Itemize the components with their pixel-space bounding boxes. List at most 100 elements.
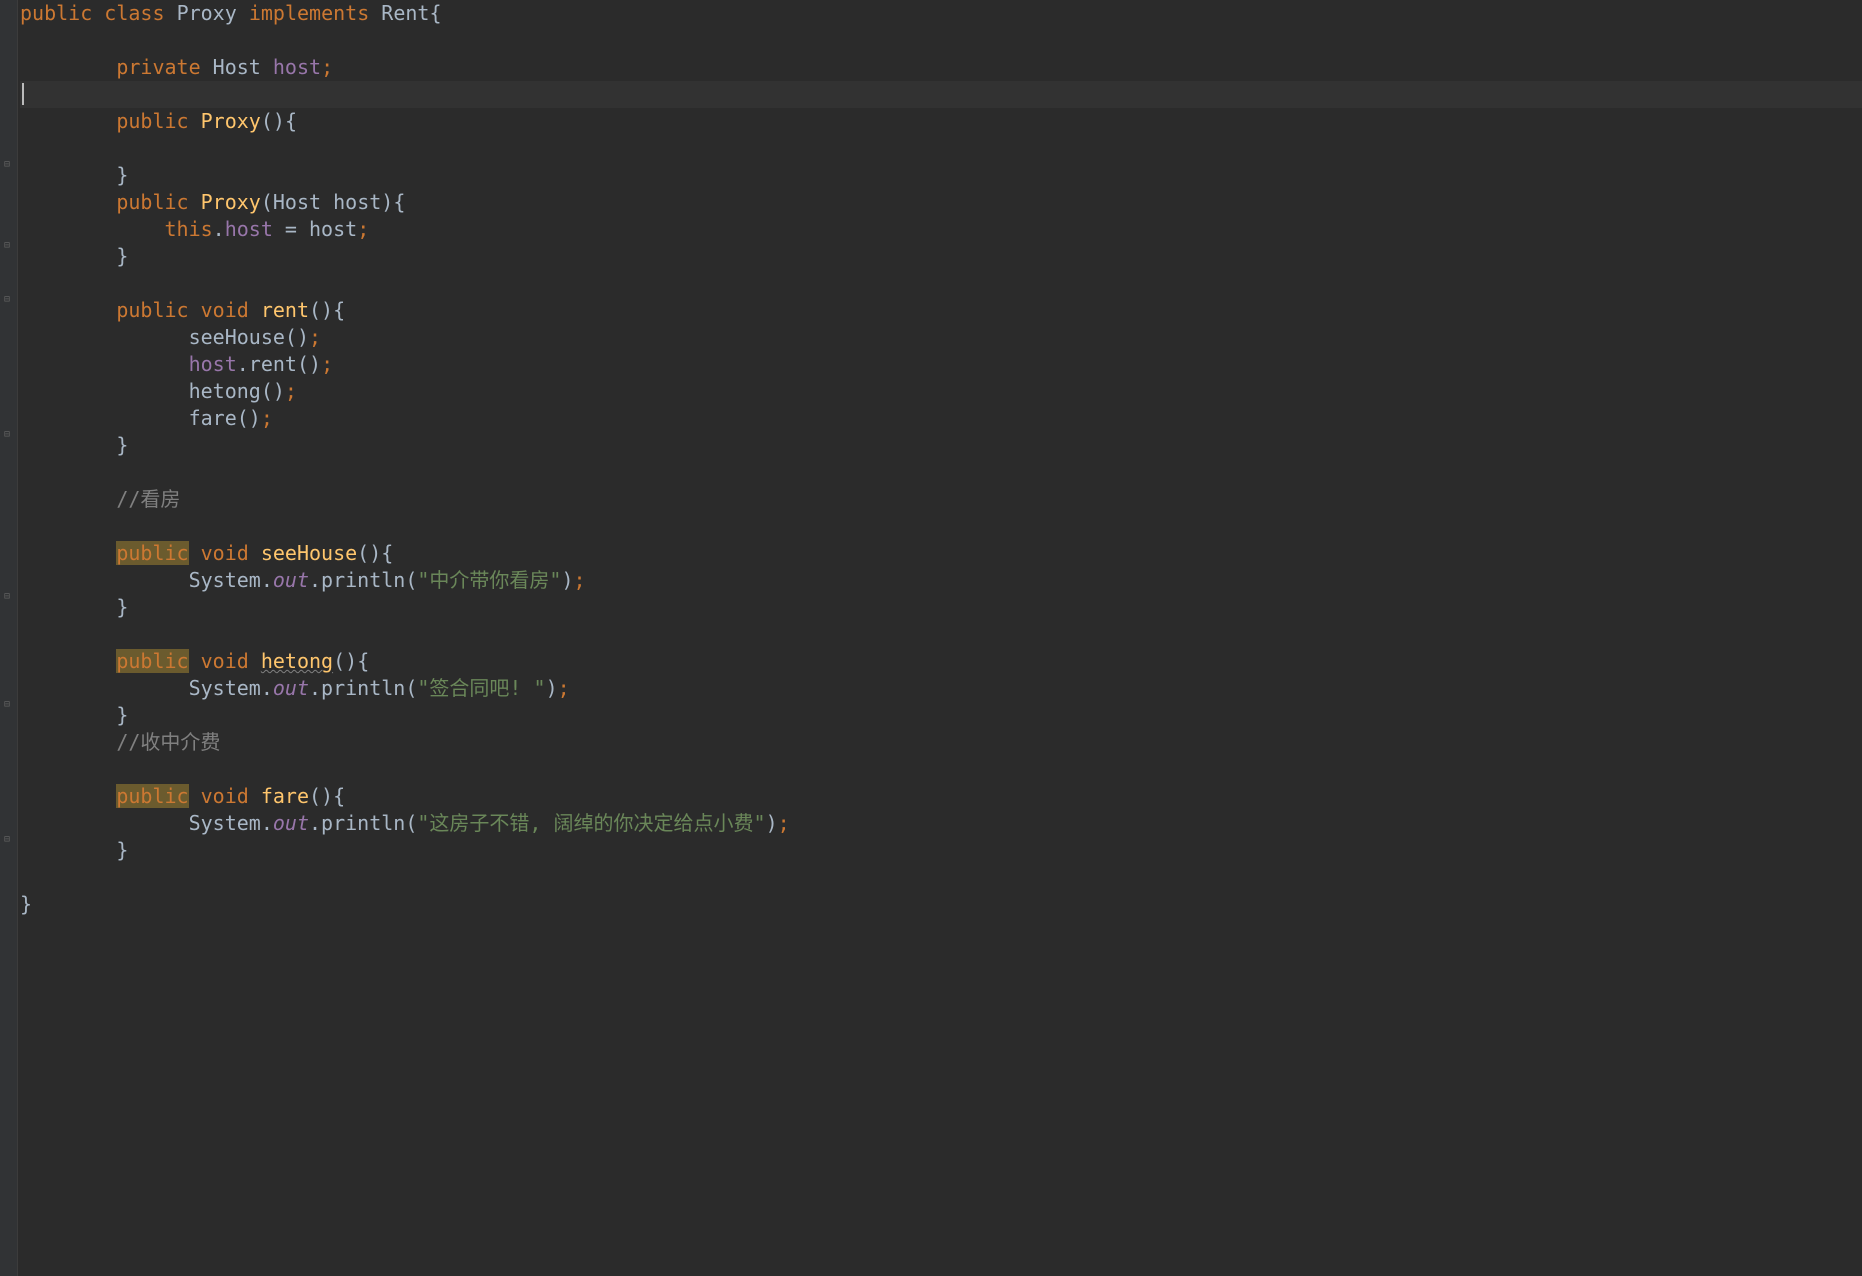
code-line: System.out.println("中介带你看房");	[20, 567, 1862, 594]
keyword-void: void	[201, 541, 249, 565]
fold-marker-icon[interactable]: ⊟	[4, 833, 14, 843]
parentheses: ()	[261, 379, 285, 403]
parentheses: ()	[309, 784, 333, 808]
code-line: public Proxy(Host host){	[20, 189, 1862, 216]
code-content[interactable]: public class Proxy implements Rent{ priv…	[18, 0, 1862, 1276]
param-name: host	[333, 190, 381, 214]
semicolon: ;	[558, 676, 570, 700]
paren-close: )	[766, 811, 778, 835]
current-line	[20, 81, 1862, 108]
code-line	[20, 864, 1862, 891]
paren-close: )	[546, 676, 558, 700]
method-call: hetong	[189, 379, 261, 403]
parentheses: ()	[309, 298, 333, 322]
parentheses: ()	[237, 406, 261, 430]
string-literal: "这房子不错, 阔绰的你决定给点小费"	[417, 811, 765, 835]
brace-close: }	[116, 163, 128, 187]
fold-marker-icon[interactable]: ⊟	[4, 293, 14, 303]
keyword-void: void	[201, 784, 249, 808]
keyword-public: public	[20, 1, 92, 25]
keyword-class: class	[104, 1, 164, 25]
brace-open: {	[333, 784, 345, 808]
dot: .	[213, 217, 225, 241]
method-call: fare	[189, 406, 237, 430]
static-field: out	[273, 568, 309, 592]
code-line: seeHouse();	[20, 324, 1862, 351]
code-line: }	[20, 837, 1862, 864]
code-line	[20, 621, 1862, 648]
code-line: System.out.println("签合同吧! ");	[20, 675, 1862, 702]
code-line: host.rent();	[20, 351, 1862, 378]
keyword-void: void	[201, 649, 249, 673]
brace-close: }	[116, 703, 128, 727]
code-line: hetong();	[20, 378, 1862, 405]
code-line: private Host host;	[20, 54, 1862, 81]
fold-marker-icon[interactable]: ⊟	[4, 239, 14, 249]
dot: .	[261, 676, 273, 700]
class-ref: System	[189, 811, 261, 835]
semicolon: ;	[285, 379, 297, 403]
code-line	[20, 756, 1862, 783]
keyword-public-highlighted: public	[116, 649, 188, 673]
interface-identifier: Rent	[381, 1, 429, 25]
code-line: }	[20, 243, 1862, 270]
keyword-public-highlighted: public	[116, 541, 188, 565]
code-line: fare();	[20, 405, 1862, 432]
parentheses: ()	[333, 649, 357, 673]
keyword-public: public	[116, 109, 188, 133]
parentheses: ()	[357, 541, 381, 565]
keyword-void: void	[201, 298, 249, 322]
editor-gutter: ⊟ ⊟ ⊟ ⊟ ⊟ ⊟ ⊟	[0, 0, 18, 1276]
semicolon: ;	[357, 217, 369, 241]
fold-marker-icon[interactable]: ⊟	[4, 158, 14, 168]
method-call: seeHouse	[189, 325, 285, 349]
brace-open: {	[333, 298, 345, 322]
code-line: public void rent(){	[20, 297, 1862, 324]
code-line: public void hetong(){	[20, 648, 1862, 675]
fold-marker-icon[interactable]: ⊟	[4, 428, 14, 438]
code-line: public class Proxy implements Rent{	[20, 0, 1862, 27]
brace-open: {	[429, 1, 441, 25]
parentheses: ()	[261, 109, 285, 133]
keyword-public: public	[116, 298, 188, 322]
string-literal: "签合同吧! "	[417, 676, 545, 700]
class-ref: System	[189, 676, 261, 700]
string-literal: "中介带你看房"	[417, 568, 561, 592]
method-call: println	[321, 811, 405, 835]
dot: .	[309, 811, 321, 835]
code-line: public Proxy(){	[20, 108, 1862, 135]
brace-open: {	[285, 109, 297, 133]
code-line	[20, 513, 1862, 540]
code-line	[20, 459, 1862, 486]
semicolon: ;	[574, 568, 586, 592]
parentheses: ()	[297, 352, 321, 376]
dot: .	[237, 352, 249, 376]
constructor-name: Proxy	[201, 109, 261, 133]
code-editor[interactable]: ⊟ ⊟ ⊟ ⊟ ⊟ ⊟ ⊟ public class Proxy impleme…	[0, 0, 1862, 1276]
dot: .	[261, 811, 273, 835]
dot: .	[309, 568, 321, 592]
keyword-implements: implements	[249, 1, 369, 25]
dot: .	[261, 568, 273, 592]
method-call: println	[321, 568, 405, 592]
method-name: fare	[261, 784, 309, 808]
comment: //看房	[116, 487, 180, 511]
method-call: println	[321, 676, 405, 700]
paren-close: )	[561, 568, 573, 592]
assignment: =	[273, 217, 309, 241]
fold-marker-icon[interactable]: ⊟	[4, 590, 14, 600]
brace-close: }	[116, 244, 128, 268]
parentheses: ()	[285, 325, 309, 349]
code-line	[20, 135, 1862, 162]
param-ref: host	[309, 217, 357, 241]
fold-marker-icon[interactable]: ⊟	[4, 698, 14, 708]
code-line: }	[20, 162, 1862, 189]
paren-open: (	[405, 568, 417, 592]
code-line: public void seeHouse(){	[20, 540, 1862, 567]
semicolon: ;	[309, 325, 321, 349]
method-call: rent	[249, 352, 297, 376]
current-line-highlight	[20, 81, 1862, 108]
field-ref: host	[225, 217, 273, 241]
brace-open: {	[393, 190, 405, 214]
code-line: //看房	[20, 486, 1862, 513]
